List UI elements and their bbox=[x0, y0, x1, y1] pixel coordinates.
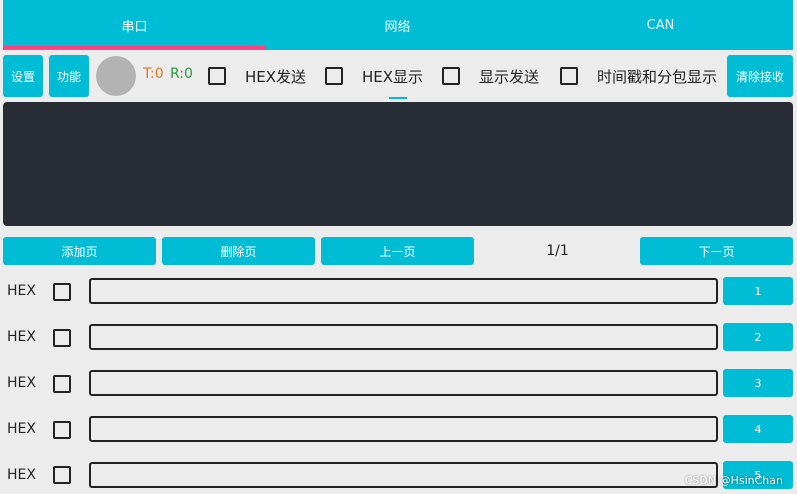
clear-receive-button[interactable]: 清除接收 bbox=[727, 55, 793, 97]
row-hex-label: HEX bbox=[7, 467, 36, 483]
rx-count: R:0 bbox=[170, 66, 193, 82]
hex-send-label: HEX发送 bbox=[245, 68, 307, 86]
send-input[interactable] bbox=[89, 278, 718, 304]
send-input[interactable] bbox=[89, 462, 718, 488]
tab-indicator bbox=[3, 46, 266, 49]
tab-bar: 串口 网络 CAN bbox=[3, 0, 793, 50]
hex-display-label: HEX显示 bbox=[362, 68, 424, 86]
send-input[interactable] bbox=[89, 370, 718, 396]
connection-status-indicator bbox=[96, 56, 136, 96]
row-hex-label: HEX bbox=[7, 283, 36, 299]
send-button[interactable]: 3 bbox=[723, 369, 793, 397]
add-page-button[interactable]: 添加页 bbox=[3, 237, 156, 265]
watermark: CSDN @HsinChan bbox=[684, 474, 783, 487]
receive-area[interactable] bbox=[3, 102, 793, 226]
row-hex-checkbox[interactable] bbox=[53, 421, 71, 439]
tab-network[interactable]: 网络 bbox=[266, 0, 529, 50]
show-send-label: 显示发送 bbox=[479, 68, 540, 86]
row-hex-checkbox[interactable] bbox=[53, 329, 71, 347]
settings-button[interactable]: 设置 bbox=[3, 55, 43, 97]
show-send-checkbox[interactable] bbox=[442, 67, 460, 85]
hex-send-checkbox[interactable] bbox=[208, 67, 226, 85]
prev-page-button[interactable]: 上一页 bbox=[321, 237, 474, 265]
row-hex-label: HEX bbox=[7, 375, 36, 391]
send-input[interactable] bbox=[89, 416, 718, 442]
next-page-button[interactable]: 下一页 bbox=[640, 237, 793, 265]
delete-page-button[interactable]: 删除页 bbox=[162, 237, 315, 265]
send-input[interactable] bbox=[89, 324, 718, 350]
row-hex-checkbox[interactable] bbox=[53, 375, 71, 393]
row-hex-checkbox[interactable] bbox=[53, 466, 71, 484]
tab-serial[interactable]: 串口 bbox=[3, 0, 266, 50]
send-button[interactable]: 4 bbox=[723, 415, 793, 443]
focus-underline bbox=[389, 97, 407, 99]
row-hex-label: HEX bbox=[7, 421, 36, 437]
tab-can[interactable]: CAN bbox=[529, 0, 792, 50]
send-button[interactable]: 1 bbox=[723, 277, 793, 305]
hex-display-checkbox[interactable] bbox=[325, 67, 343, 85]
row-hex-label: HEX bbox=[7, 329, 36, 345]
send-button[interactable]: 2 bbox=[723, 323, 793, 351]
function-button[interactable]: 功能 bbox=[49, 55, 89, 97]
timestamp-label: 时间戳和分包显示 bbox=[597, 68, 718, 86]
page-indicator: 1/1 bbox=[546, 243, 569, 259]
timestamp-checkbox[interactable] bbox=[560, 67, 578, 85]
tx-count: T:0 bbox=[143, 66, 164, 82]
row-hex-checkbox[interactable] bbox=[53, 283, 71, 301]
